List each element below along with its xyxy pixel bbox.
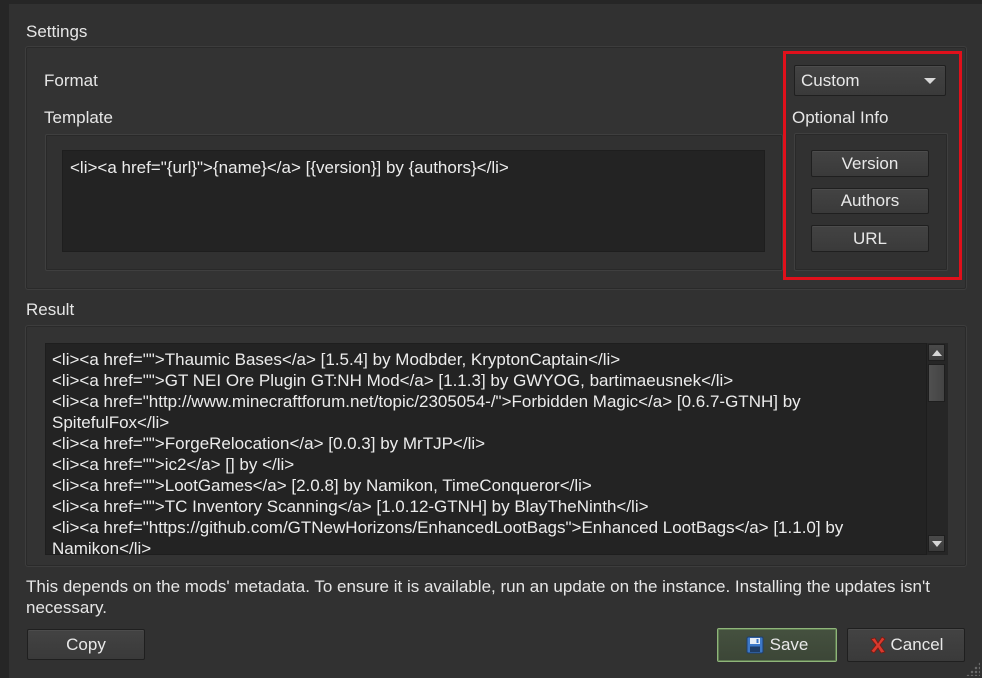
result-line: <li><a href="">LootGames</a> [2.0.8] by … — [52, 476, 592, 495]
arrow-up-icon — [931, 349, 942, 356]
metadata-note: This depends on the mods' metadata. To e… — [26, 577, 930, 617]
save-button-label: Save — [769, 635, 809, 654]
cancel-button[interactable]: Cancel — [847, 628, 965, 662]
scroll-thumb[interactable] — [928, 364, 945, 402]
result-line: SpitefulFox</li> — [52, 413, 170, 432]
result-scrollbar[interactable] — [926, 343, 948, 555]
result-line: <li><a href="">ic2</a> [] by </li> — [52, 455, 295, 474]
highlight-box — [783, 51, 962, 280]
result-heading: Result — [26, 300, 75, 319]
copy-button[interactable]: Copy — [27, 629, 145, 660]
result-line: <li><a href="">Thaumic Bases</a> [1.5.4]… — [52, 350, 621, 369]
template-label: Template — [44, 108, 113, 127]
format-label: Format — [44, 71, 98, 90]
scroll-down-button[interactable] — [928, 535, 945, 552]
settings-heading: Settings — [26, 22, 88, 41]
window-edge-left — [0, 0, 9, 678]
result-textbox[interactable]: <li><a href="">Thaumic Bases</a> [1.5.4]… — [45, 343, 948, 555]
template-editor[interactable]: <li><a href="{url}">{name}</a> [{version… — [62, 150, 765, 252]
save-button[interactable]: Save — [717, 628, 837, 662]
result-line: <li><a href="https://github.com/GTNewHor… — [52, 518, 844, 537]
cancel-button-label: Cancel — [890, 635, 944, 654]
result-line: <li><a href="">TC Inventory Scanning</a>… — [52, 497, 649, 516]
arrow-down-icon — [931, 540, 942, 547]
result-line: Namikon</li> — [52, 539, 152, 555]
scroll-up-button[interactable] — [928, 344, 945, 361]
template-text: <li><a href="{url}">{name}</a> [{version… — [70, 158, 509, 177]
window-edge-top — [0, 0, 982, 4]
result-line: <li><a href="http://www.minecraftforum.n… — [52, 392, 801, 411]
floppy-disk-icon — [746, 636, 764, 654]
result-line: <li><a href="">ForgeRelocation</a> [0.0.… — [52, 434, 486, 453]
copy-button-label: Copy — [66, 634, 106, 654]
red-x-icon — [869, 636, 887, 654]
result-line: <li><a href="">GT NEI Ore Plugin GT:NH M… — [52, 371, 734, 390]
